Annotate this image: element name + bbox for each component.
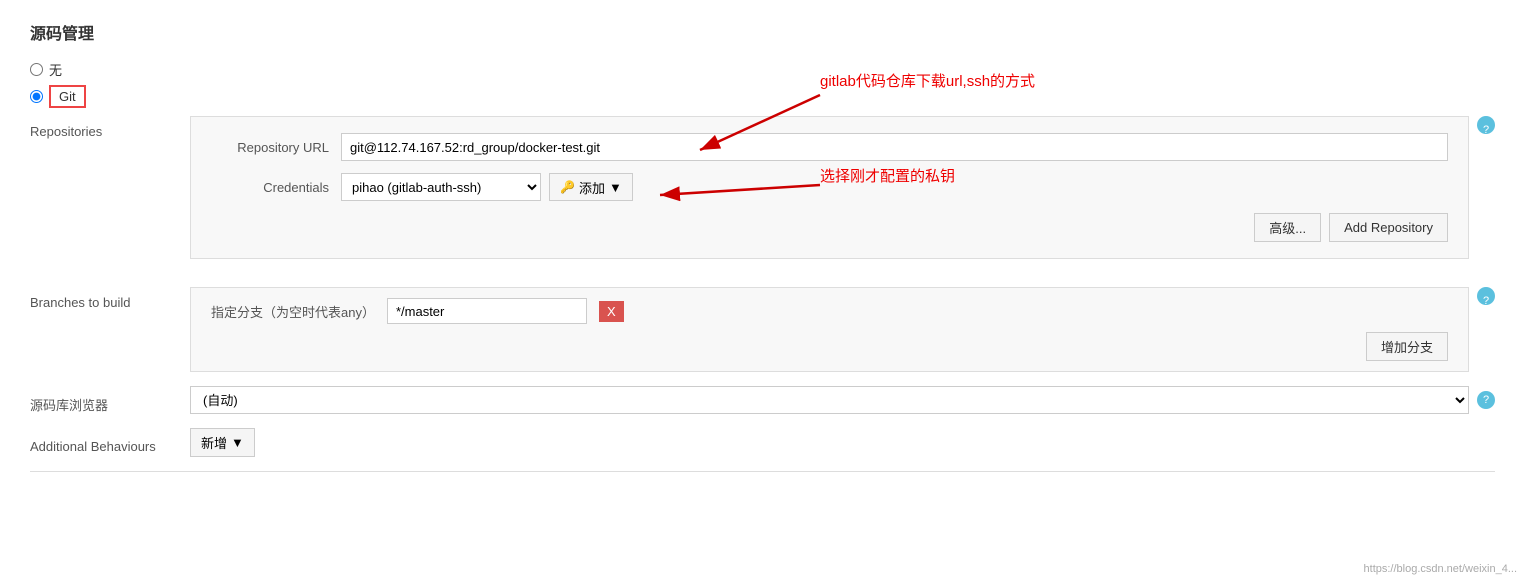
behaviours-label: Additional Behaviours (30, 431, 190, 454)
section-divider (30, 471, 1495, 472)
browser-label: 源码库浏览器 (30, 387, 190, 414)
repo-actions: 高级... Add Repository (211, 213, 1448, 242)
browser-help-icon[interactable]: ? (1477, 391, 1495, 409)
new-behaviour-chevron: ▼ (231, 435, 244, 450)
credentials-controls: pihao (gitlab-auth-ssh) 🔑 添加 ▼ (341, 173, 633, 201)
repo-url-label: Repository URL (211, 140, 341, 155)
radio-git-input[interactable] (30, 90, 43, 103)
gitlab-url-annotation: gitlab代码仓库下载url,ssh的方式 (820, 70, 1035, 91)
credentials-select[interactable]: pihao (gitlab-auth-ssh) (341, 173, 541, 201)
radio-none-input[interactable] (30, 63, 43, 76)
watermark: https://blog.csdn.net/weixin_4... (1364, 563, 1517, 575)
branch-actions: 增加分支 (211, 332, 1448, 361)
git-label: Git (49, 85, 86, 108)
radio-none: 无 (30, 60, 1495, 79)
add-cred-chevron: ▼ (609, 180, 622, 195)
credentials-annotation: 选择刚才配置的私钥 (820, 165, 955, 186)
repo-url-input[interactable] (341, 133, 1448, 161)
branch-input[interactable] (387, 298, 587, 324)
credentials-label: Credentials (211, 180, 341, 195)
add-branch-button[interactable]: 增加分支 (1366, 332, 1448, 361)
branches-label: Branches to build (30, 287, 190, 310)
browser-select[interactable]: (自动) (190, 386, 1469, 414)
add-repository-button[interactable]: Add Repository (1329, 213, 1448, 242)
branches-help-icon[interactable]: ? (1477, 287, 1495, 305)
radio-none-label: 无 (49, 60, 62, 79)
repositories-help-icon[interactable]: ? (1477, 116, 1495, 134)
scm-radio-group: 无 Git (30, 60, 1495, 108)
behaviours-row: Additional Behaviours 新增 ▼ (30, 428, 1495, 457)
delete-branch-button[interactable]: X (599, 301, 624, 322)
add-cred-label: 添加 (579, 178, 605, 197)
branches-section: 指定分支（为空时代表any） X 增加分支 (190, 287, 1469, 372)
new-behaviour-button[interactable]: 新增 ▼ (190, 428, 255, 457)
browser-row: 源码库浏览器 (自动) ? (30, 386, 1495, 414)
repositories-section: Repository URL Credentials pihao (gitlab… (190, 116, 1469, 259)
radio-git: Git (30, 85, 1495, 108)
key-icon: 🔑 (560, 180, 575, 194)
advanced-button[interactable]: 高级... (1254, 213, 1321, 242)
branch-row: 指定分支（为空时代表any） X (211, 298, 1448, 324)
repo-url-row: Repository URL (211, 133, 1448, 161)
add-credentials-button[interactable]: 🔑 添加 ▼ (549, 173, 633, 201)
branch-specifier-label: 指定分支（为空时代表any） (211, 302, 375, 321)
new-behaviour-label: 新增 (201, 433, 227, 452)
repositories-label: Repositories (30, 116, 190, 139)
page-title: 源码管理 (30, 20, 1495, 44)
